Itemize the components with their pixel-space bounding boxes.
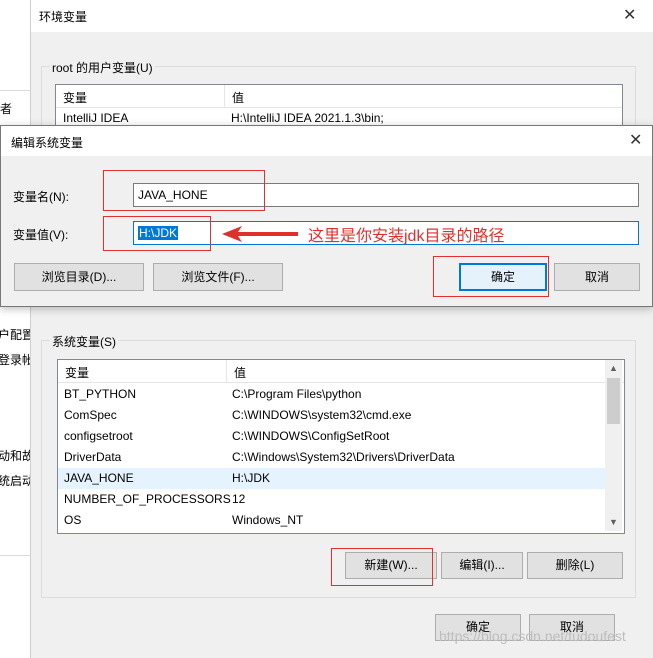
variable-value: Windows_NT <box>232 513 304 527</box>
variable-value: H:\JDK <box>232 471 271 485</box>
variable-value: C:\Windows\System32\Drivers\DriverData <box>232 450 455 464</box>
window-title: 环境变量 <box>39 10 88 24</box>
variable-value-label: 变量值(V): <box>13 228 69 242</box>
background-window: 者 户配置 登录帐 动和故 统启动 <box>0 0 35 658</box>
column-header-value[interactable]: 值 <box>232 89 244 106</box>
system-variables-label: 系统变量(S) <box>50 333 118 350</box>
table-row-selected[interactable]: JAVA_HONE H:\JDK <box>58 468 607 489</box>
column-header-variable[interactable]: 变量 <box>63 89 87 106</box>
table-row[interactable]: BT_PYTHON C:\Program Files\python <box>58 384 607 405</box>
variable-value: C:\WINDOWS\ConfigSetRoot <box>232 429 390 443</box>
close-icon[interactable]: ✕ <box>623 8 636 24</box>
variable-value: C:\WINDOWS\system32\cmd.exe <box>232 408 412 422</box>
variable-name: OS <box>64 513 82 527</box>
table-row[interactable]: NUMBER_OF_PROCESSORS 12 <box>58 489 607 510</box>
vertical-scrollbar[interactable]: ▲ ▼ <box>605 360 622 531</box>
dialog-ok-button[interactable]: 确定 <box>459 263 547 291</box>
variable-value: 12 <box>232 492 246 506</box>
table-row[interactable]: configsetroot C:\WINDOWS\ConfigSetRoot <box>58 426 607 447</box>
dialog-titlebar: 编辑系统变量 ✕ <box>1 126 652 156</box>
column-divider <box>224 85 225 107</box>
scroll-down-arrow-icon[interactable]: ▼ <box>605 514 622 531</box>
dialog-cancel-button[interactable]: 取消 <box>554 263 640 291</box>
variable-name: configsetroot <box>64 429 133 443</box>
variable-value: C:\Program Files\python <box>232 387 362 401</box>
background-text-fragment: 动和故 <box>0 449 35 463</box>
list-header: 变量 值 <box>56 85 622 108</box>
background-separator <box>0 90 30 91</box>
edit-system-variable-dialog: 编辑系统变量 ✕ 变量名(N): JAVA_HONE 变量值(V): H:\JD… <box>0 125 653 307</box>
table-row[interactable]: DriverData C:\Windows\System32\Drivers\D… <box>58 447 607 468</box>
variable-value-text: H:\JDK <box>138 226 179 240</box>
scrollbar-thumb[interactable] <box>607 378 620 424</box>
background-text-fragment: 户配置 <box>0 328 35 342</box>
user-variables-group: root 的用户变量(U) 变量 值 IntelliJ IDEA H:\Inte… <box>41 59 636 146</box>
browse-directory-button[interactable]: 浏览目录(D)... <box>14 263 144 291</box>
column-header-value[interactable]: 值 <box>234 364 246 381</box>
left-arrow-icon <box>222 226 298 242</box>
column-divider <box>226 360 227 382</box>
variable-name-input[interactable]: JAVA_HONE <box>133 183 639 207</box>
variable-name-text: JAVA_HONE <box>138 188 208 202</box>
column-header-variable[interactable]: 变量 <box>65 364 89 381</box>
table-row[interactable]: ComSpec C:\WINDOWS\system32\cmd.exe <box>58 405 607 426</box>
list-header: 变量 值 <box>58 360 624 383</box>
environment-variables-window: 环境变量 ✕ root 的用户变量(U) 变量 值 IntelliJ IDEA … <box>30 0 653 658</box>
variable-name-label: 变量名(N): <box>13 190 69 204</box>
variable-name: IntelliJ IDEA <box>63 111 129 125</box>
user-variables-label: root 的用户变量(U) <box>50 59 155 76</box>
variable-name: DriverData <box>64 450 122 464</box>
dialog-title: 编辑系统变量 <box>11 136 84 150</box>
new-button[interactable]: 新建(W)... <box>345 552 437 579</box>
annotation-text: 这里是你安装jdk目录的路径 <box>308 228 505 245</box>
system-variables-group: 系统变量(S) 变量 值 BT_PYTHON C:\Program Files\… <box>41 333 636 598</box>
background-text-fragment: 者 <box>0 102 13 116</box>
browse-file-button[interactable]: 浏览文件(F)... <box>153 263 283 291</box>
delete-button[interactable]: 删除(L) <box>527 552 623 579</box>
edit-button[interactable]: 编辑(I)... <box>441 552 523 579</box>
variable-name: BT_PYTHON <box>64 387 137 401</box>
watermark: https://blog.csdn.net/tudoufest <box>439 628 626 644</box>
variable-name: JAVA_HONE <box>64 471 134 485</box>
variable-value: H:\IntelliJ IDEA 2021.1.3\bin; <box>231 111 384 125</box>
background-text-fragment: 登录帐 <box>0 353 35 367</box>
background-separator <box>0 555 30 556</box>
close-icon[interactable]: ✕ <box>629 133 642 149</box>
variable-name: ComSpec <box>64 408 117 422</box>
system-variables-list[interactable]: 变量 值 BT_PYTHON C:\Program Files\python C… <box>57 359 625 534</box>
scroll-up-arrow-icon[interactable]: ▲ <box>605 360 622 377</box>
background-text-fragment: 统启动 <box>0 474 35 488</box>
table-row[interactable]: OS Windows_NT <box>58 510 607 531</box>
window-titlebar: 环境变量 ✕ <box>31 0 653 32</box>
variable-name: NUMBER_OF_PROCESSORS <box>64 492 231 506</box>
